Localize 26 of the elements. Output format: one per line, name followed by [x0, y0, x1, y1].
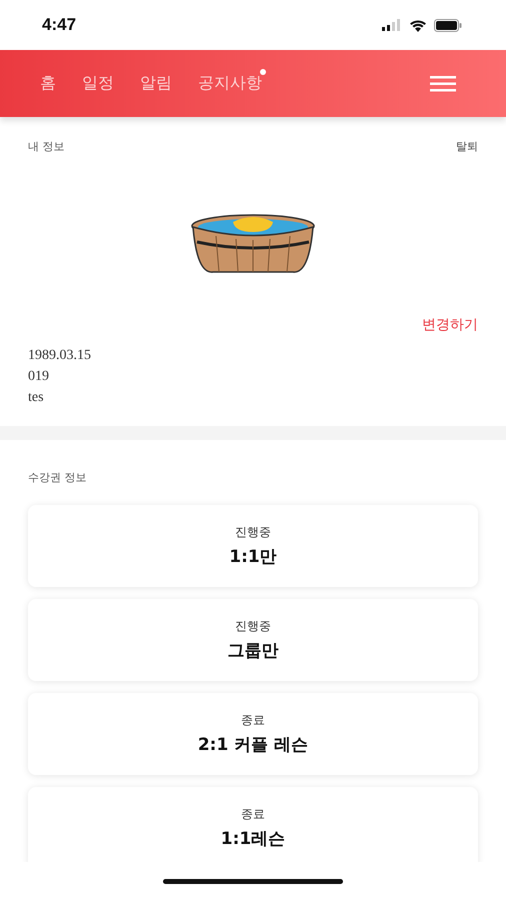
ticket-name: 1:1만 — [229, 546, 277, 568]
status-time: 4:47 — [42, 15, 76, 35]
wifi-icon — [409, 18, 427, 32]
ticket-status: 진행중 — [235, 524, 271, 541]
menu-icon — [430, 74, 456, 92]
section-title: 내 정보 — [28, 139, 64, 154]
menu-button[interactable] — [430, 74, 456, 92]
phone-number: 019 — [28, 369, 50, 385]
email-address: tes — [28, 390, 45, 406]
birth-date: 1989.03.15 — [28, 348, 92, 364]
ticket-card[interactable]: 종료 1:1레슨 — [28, 787, 478, 862]
ticket-card[interactable]: 진행중 그룹만 — [28, 599, 478, 681]
battery-icon — [434, 18, 462, 32]
ticket-status: 종료 — [241, 806, 265, 823]
section-title: 수강권 정보 — [28, 471, 86, 484]
signal-icon — [382, 19, 402, 31]
ticket-card[interactable]: 종료 2:1 커플 레슨 — [28, 693, 478, 775]
edit-link[interactable]: 변경하기 — [422, 316, 478, 334]
ticket-name: 1:1레슨 — [220, 828, 286, 850]
ticket-card[interactable]: 진행중 1:1만 — [28, 505, 478, 587]
ticket-status: 종료 — [241, 712, 265, 729]
tub-icon — [191, 214, 315, 276]
withdraw-link[interactable]: 탈퇴 — [456, 139, 478, 154]
ticket-name: 그룹만 — [228, 640, 278, 662]
ticket-status: 진행중 — [235, 618, 271, 635]
ticket-name: 2:1 커플 레슨 — [198, 734, 308, 756]
